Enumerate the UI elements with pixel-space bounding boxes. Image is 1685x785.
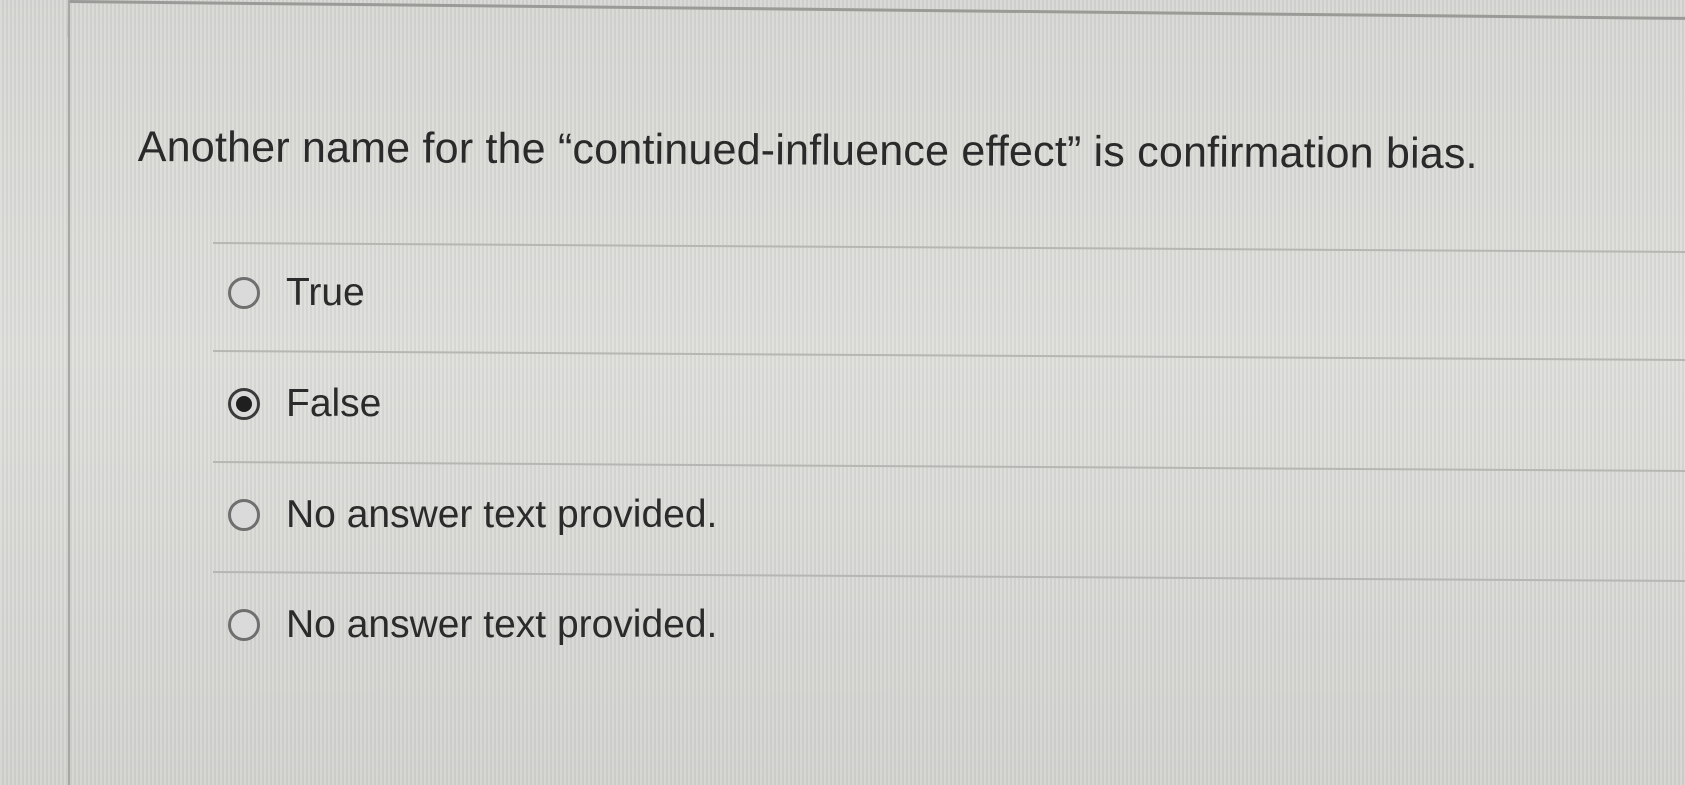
answer-divider [212, 242, 1685, 254]
answer-option-false[interactable]: False [228, 374, 381, 434]
answer-label-false: False [286, 382, 382, 425]
answer-divider [212, 461, 1685, 473]
radio-unchecked-icon[interactable] [228, 499, 260, 531]
answer-divider [212, 571, 1685, 583]
question-panel: Another name for the “continued-influenc… [70, 34, 1685, 785]
question-text: Another name for the “continued-influenc… [137, 122, 1478, 179]
quiz-screen: Another name for the “continued-influenc… [0, 0, 1685, 785]
radio-unchecked-icon[interactable] [228, 277, 260, 309]
answer-label-no-text-1: No answer text provided. [286, 493, 718, 536]
answer-option-no-text-1[interactable]: No answer text provided. [228, 485, 717, 545]
answer-option-true[interactable]: True [228, 263, 365, 323]
answer-label-no-text-2: No answer text provided. [286, 603, 718, 646]
answer-label-true: True [286, 271, 365, 314]
radio-checked-icon[interactable] [228, 388, 260, 420]
answer-divider [212, 350, 1685, 362]
answer-option-no-text-2[interactable]: No answer text provided. [228, 595, 717, 655]
radio-unchecked-icon[interactable] [228, 609, 260, 641]
